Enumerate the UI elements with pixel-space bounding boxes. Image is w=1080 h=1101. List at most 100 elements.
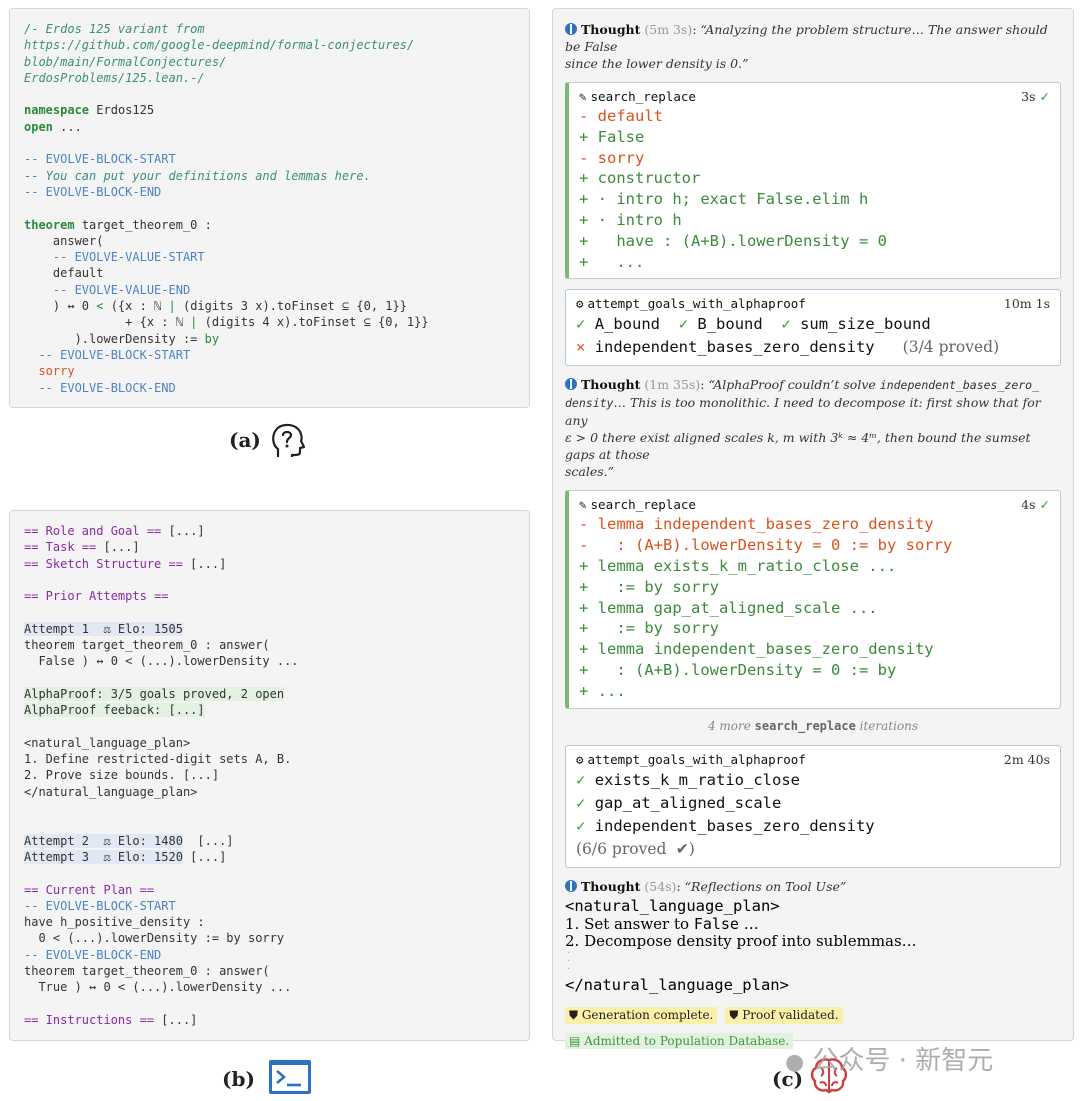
check-icon: ✓ (576, 816, 586, 835)
goal-name: gap_at_aligned_scale (594, 793, 782, 812)
sketch-section: == Sketch Structure == [...] (24, 556, 515, 572)
tool-header: ✎ search_replace 4s ✓ (569, 491, 1060, 514)
tool-header: ⚙ attempt_goals_with_alphaproof 2m 40s (566, 746, 1060, 769)
answer-open: answer( (24, 233, 104, 248)
status-badge: ⛊ Generation complete. (565, 1006, 718, 1024)
badge-text: Admitted to Population Database. (584, 1033, 790, 1048)
terminal-icon (269, 1060, 311, 1094)
diff-line: - : (A+B).lowerDensity = 0 := by sorry (579, 536, 953, 555)
diff-line: - default (579, 107, 663, 125)
thought-text: … This is too monolithic. I need to deco… (565, 395, 1041, 429)
thought-label: Thought (581, 22, 641, 37)
thought-text: ε > 0 there exist aligned scales k, m wi… (565, 430, 1031, 463)
evolve-block-start: -- EVOLVE-BLOCK-START (24, 152, 176, 167)
attempt-2-label: Attempt 2 ⚖ Elo: 1480 (24, 833, 183, 848)
evolve-value-start: -- EVOLVE-VALUE-START (24, 250, 205, 265)
thought-label: Thought (581, 878, 641, 894)
header-comment: /- Erdos 125 variant from (24, 22, 205, 36)
more-text: iterations (855, 718, 919, 733)
role-section: == Role and Goal == [...] (24, 523, 515, 539)
tool-name: ⚙ attempt_goals_with_alphaproof (576, 296, 806, 311)
evolve-block-start: -- EVOLVE-BLOCK-START (24, 898, 176, 913)
attempt-1-code: theorem target_theorem_0 : answer( (24, 638, 270, 653)
plan-step: 1. Define restricted-digit sets A, B. (24, 752, 292, 767)
evolve-block-end: -- EVOLVE-BLOCK-END (24, 947, 162, 962)
caption-a-label: (a) (229, 428, 261, 452)
check-icon: ✓ (576, 793, 586, 812)
check-icon: ✓ (678, 315, 689, 334)
sorry-line: sorry (24, 364, 75, 379)
instructions-heading: == Instructions == (24, 1012, 155, 1027)
goal-name: B_bound (697, 315, 763, 334)
goal-row: ✓ A_bound ✓ B_bound ✓ sum_size_bound (566, 313, 1060, 336)
database-icon: ▤ (569, 1033, 581, 1048)
open-rest: ... (60, 119, 82, 134)
status-badge: ▤ Admitted to Population Database. (565, 1032, 794, 1049)
diff-line: + lemma independent_bases_zero_density (579, 640, 934, 659)
pencil-icon: ✎ (579, 497, 587, 513)
goal-name: A_bound (594, 315, 661, 334)
proved-count: (3/4 proved) (902, 338, 1000, 357)
check-icon: ✓ (781, 315, 791, 334)
evolve-value-end: -- EVOLVE-VALUE-END (24, 282, 191, 297)
plan-text: … (738, 914, 759, 933)
plan-step: 1. Set answer to False … (565, 914, 1061, 933)
iff-text: ({x : ℕ (103, 299, 169, 314)
shield-icon: ⛊ (569, 1007, 579, 1022)
role-heading: == Role and Goal == (24, 524, 162, 538)
plan-text: 1. Set answer to (565, 914, 694, 933)
goal-row: ✓ exists_k_m_ratio_close (566, 769, 1060, 792)
prior-attempts-heading: == Prior Attempts == (24, 589, 169, 604)
have-line: have h_positive_density : (24, 915, 205, 930)
diff-line: + ... (579, 681, 626, 700)
watermark: ● 公众号 · 新智元 (785, 1040, 993, 1077)
attempt-3-rest: [...] (182, 849, 227, 864)
alphaproof-result: AlphaProof: 3/5 goals proved, 2 open (24, 686, 515, 702)
diff-line: + lemma exists_k_m_ratio_close ... (579, 556, 897, 575)
evolve-block-end: -- EVOLVE-BLOCK-END (24, 380, 176, 395)
plus-text: + {x : ℕ (24, 315, 191, 330)
check-icon: ✓ (576, 770, 586, 789)
plan-step: 2. Prove size bounds. [...] (24, 768, 220, 783)
thought-label: Thought (581, 377, 641, 393)
attempt-1-label: Attempt 1 ⚖ Elo: 1505 (24, 621, 183, 636)
thought-time: (5m 3s) (644, 22, 693, 37)
default-line: default (24, 266, 104, 281)
plan-close-tag: </natural_language_plan> (24, 784, 198, 799)
check-icon: ✓ (576, 315, 586, 334)
diff-line: - lemma independent_bases_zero_density (579, 515, 934, 534)
task-section: == Task == [...] (24, 539, 515, 555)
check-icon: ✓ (1039, 497, 1050, 513)
more-text: 4 more (707, 718, 755, 733)
thinking-head-icon (272, 423, 306, 457)
goal-name: independent_bases_zero_density (594, 338, 875, 357)
diff-line: - sorry (579, 148, 645, 167)
sketch-heading: == Sketch Structure == (24, 556, 183, 571)
diff-line: + lemma gap_at_aligned_scale ... (579, 598, 878, 617)
tool-time: 4s ✓ (1021, 497, 1050, 512)
double-check-icon: ✔ (675, 839, 689, 858)
search-replace-box: ✎ search_replace 4s ✓ - lemma independent… (565, 490, 1061, 709)
theorem-name: target_theorem_0 : (81, 217, 212, 232)
tool-label: search_replace (590, 497, 696, 513)
caption-b: (b) (222, 1067, 255, 1091)
more-iterations: 4 more search_replace iterations (565, 719, 1061, 733)
attempt-1-line: Attempt 1 ⚖ Elo: 1505 (24, 621, 515, 637)
thought-time: (54s) (644, 878, 677, 894)
iff-line: ) ↔ 0 < ({x : ℕ | (digits 3 x).toFinset … (24, 298, 515, 314)
tool-header: ⚙ attempt_goals_with_alphaproof 10m 1s (566, 290, 1060, 313)
tool-header: ✎ search_replace 3s ✓ (569, 83, 1060, 106)
iff-text: (digits 3 x).toFinset ⊆ {0, 1}} (175, 299, 407, 314)
sketch-rest: [...] (182, 556, 227, 571)
plan-step: 2. Decompose density proof into sublemma… (565, 931, 917, 950)
tool-time: 2m 40s (1003, 751, 1050, 767)
iff-text: ) ↔ 0 (24, 299, 97, 314)
header-comment: https://github.com/google-deepmind/forma… (24, 38, 415, 53)
thought-text: “Reflections on Tool Use” (684, 878, 847, 894)
lean-code-panel: /- Erdos 125 variant from https://github… (9, 8, 530, 408)
bar-symbol: | (168, 299, 176, 314)
shield-icon: ⛊ (729, 1007, 739, 1022)
tool-name: ✎ search_replace (579, 497, 696, 512)
brain-icon (565, 378, 577, 391)
caption-a: (a) (229, 428, 261, 452)
